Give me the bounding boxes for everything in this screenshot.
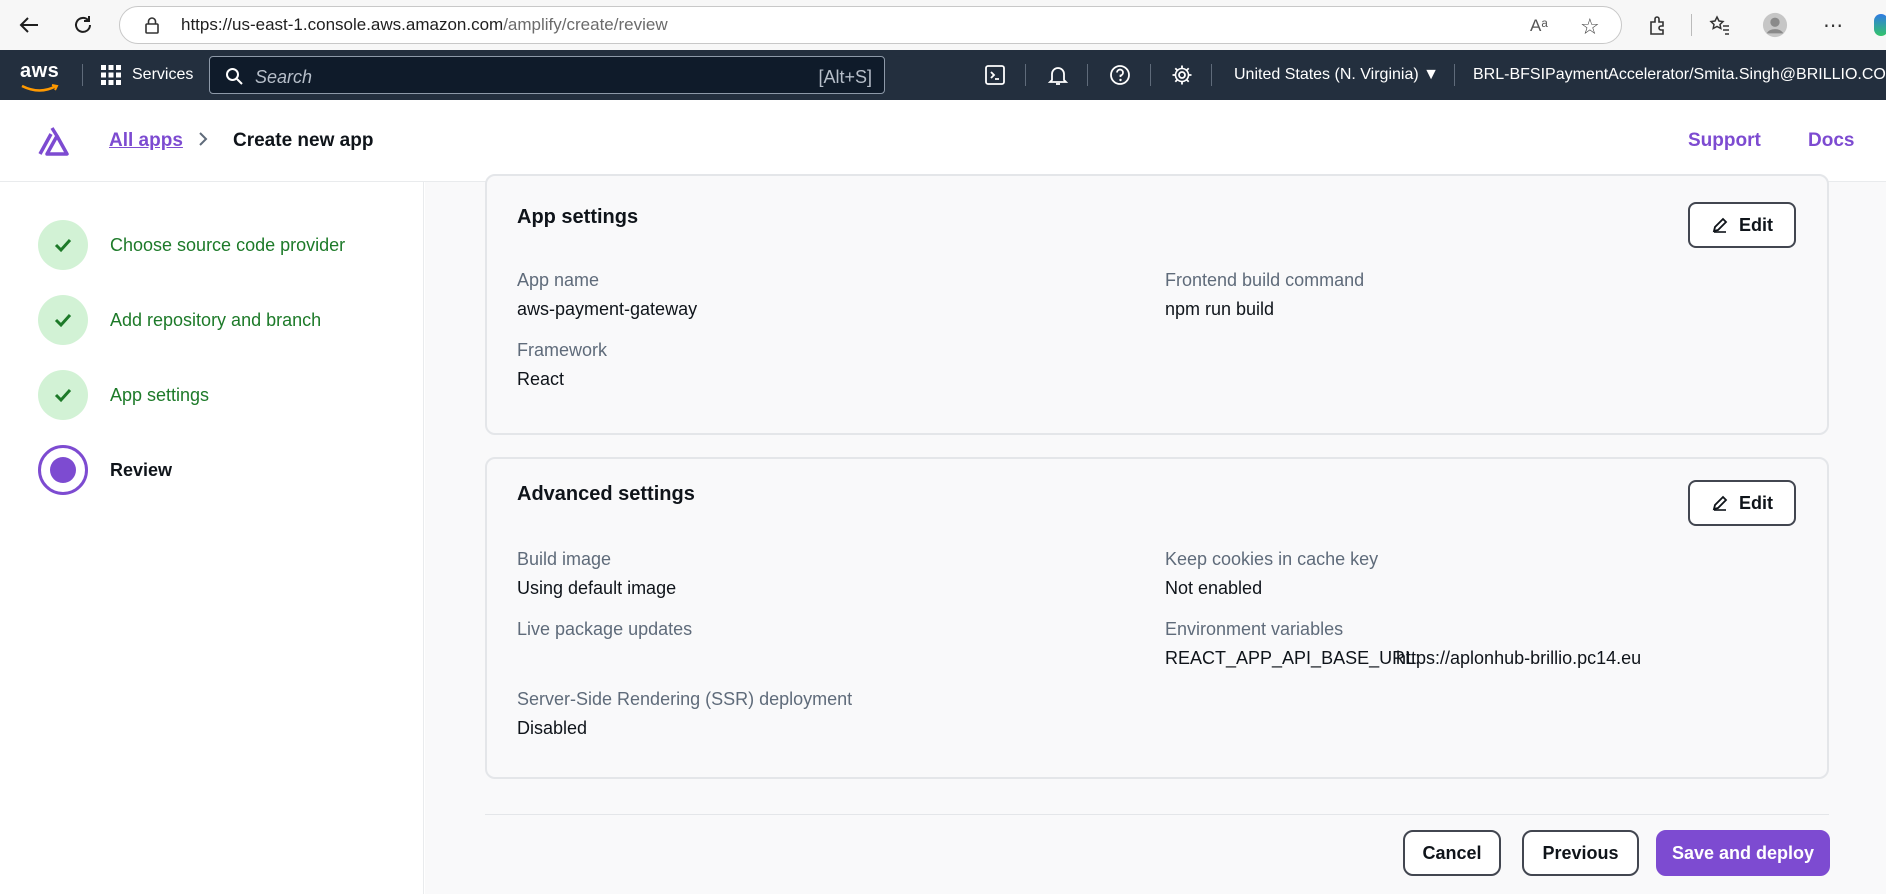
help-icon[interactable] xyxy=(1108,63,1132,87)
step-app-settings[interactable]: App settings xyxy=(38,370,209,420)
breadcrumb-current: Create new app xyxy=(233,130,374,151)
advanced-settings-card: Advanced settings Edit Build image Using… xyxy=(485,457,1829,779)
search-icon xyxy=(226,68,243,85)
pencil-icon xyxy=(1712,217,1728,233)
cloudshell-icon[interactable] xyxy=(983,63,1007,87)
cancel-button[interactable]: Cancel xyxy=(1403,830,1501,876)
current-step-icon xyxy=(38,445,88,495)
nav-divider xyxy=(1087,64,1088,86)
step-label: Add repository and branch xyxy=(110,309,322,330)
ssr-value: Disabled xyxy=(517,718,588,738)
checkmark-icon xyxy=(38,220,88,270)
previous-button[interactable]: Previous xyxy=(1522,830,1639,876)
edit-app-settings-button[interactable]: Edit xyxy=(1688,202,1796,248)
edit-label: Edit xyxy=(1739,492,1773,513)
app-name-value: aws-payment-gateway xyxy=(517,299,698,319)
checkmark-icon xyxy=(38,295,88,345)
aws-logo[interactable]: aws xyxy=(20,60,60,98)
back-icon[interactable] xyxy=(14,10,44,40)
toolbar-divider xyxy=(1691,14,1692,36)
ssr-label: Server-Side Rendering (SSR) deployment xyxy=(517,689,853,709)
step-label: Review xyxy=(110,459,173,480)
edit-advanced-settings-button[interactable]: Edit xyxy=(1688,480,1796,526)
build-command-value: npm run build xyxy=(1165,299,1275,319)
pencil-icon xyxy=(1712,495,1728,511)
build-command-label: Frontend build command xyxy=(1165,270,1365,290)
breadcrumb-separator-icon xyxy=(197,130,209,154)
notifications-bell-icon[interactable] xyxy=(1046,63,1070,87)
step-label: Choose source code provider xyxy=(110,234,346,255)
url-text: https://us-east-1.console.aws.amazon.com… xyxy=(181,15,668,35)
build-image-label: Build image xyxy=(517,549,612,569)
docs-link[interactable]: Docs xyxy=(1808,130,1854,152)
extensions-icon[interactable] xyxy=(1645,12,1671,38)
step-label: App settings xyxy=(110,384,210,405)
env-variable-key: REACT_APP_API_BASE_URL: xyxy=(1165,648,1421,668)
app-settings-title: App settings xyxy=(517,206,639,228)
region-selector[interactable]: United States (N. Virginia) ▼ xyxy=(1234,66,1439,84)
services-menu[interactable]: Services xyxy=(100,62,193,88)
nav-divider xyxy=(1454,64,1455,86)
env-variables-label: Environment variables xyxy=(1165,619,1344,639)
account-menu[interactable]: BRL-BFSIPaymentAccelerator/Smita.Singh@B… xyxy=(1473,66,1886,84)
framework-label: Framework xyxy=(517,340,608,360)
aws-logo-text: aws xyxy=(20,60,60,82)
favorites-icon[interactable] xyxy=(1707,12,1733,38)
main-content: App settings Edit App name aws-payment-g… xyxy=(425,174,1886,894)
copilot-icon[interactable] xyxy=(1874,14,1886,36)
settings-gear-icon[interactable] xyxy=(1170,63,1194,87)
search-shortcut: [Alt+S] xyxy=(818,67,872,87)
footer-divider xyxy=(485,814,1829,815)
browser-toolbar: https://us-east-1.console.aws.amazon.com… xyxy=(0,0,1886,50)
account-label: BRL-BFSIPaymentAccelerator/Smita.Singh@B… xyxy=(1473,66,1886,83)
framework-value: React xyxy=(517,369,565,389)
refresh-icon[interactable] xyxy=(68,10,98,40)
aws-top-nav: aws Services Search [Alt+S] United State… xyxy=(0,50,1886,100)
region-label: United States (N. Virginia) xyxy=(1234,66,1419,83)
build-image-value: Using default image xyxy=(517,578,677,598)
search-placeholder: Search xyxy=(255,67,313,87)
breadcrumb-all-apps[interactable]: All apps xyxy=(109,130,183,152)
edit-label: Edit xyxy=(1739,214,1773,235)
amplify-logo-icon[interactable] xyxy=(38,126,76,161)
cookies-value: Not enabled xyxy=(1165,578,1263,598)
read-aloud-icon[interactable]: A⁠ᵃ xyxy=(1530,16,1548,36)
nav-divider xyxy=(1150,64,1151,86)
wizard-steps-sidebar: Choose source code provider Add reposito… xyxy=(0,182,424,894)
checkmark-icon xyxy=(38,370,88,420)
url-host: https://us-east-1.console.aws.amazon.com xyxy=(181,15,504,34)
search-input[interactable]: Search [Alt+S] xyxy=(209,56,885,94)
more-menu-icon[interactable]: ⋯ xyxy=(1820,12,1846,38)
lock-icon xyxy=(144,16,160,39)
nav-divider xyxy=(82,64,83,86)
caret-down-icon: ▼ xyxy=(1423,66,1439,83)
profile-avatar-icon[interactable] xyxy=(1762,12,1788,38)
step-add-repository[interactable]: Add repository and branch xyxy=(38,295,321,345)
step-choose-source[interactable]: Choose source code provider xyxy=(38,220,345,270)
env-variable-value: https://aplonhub-brillio.pc14.eu xyxy=(1396,648,1642,668)
services-label: Services xyxy=(132,66,194,83)
app-name-label: App name xyxy=(517,270,600,290)
app-settings-card: App settings Edit App name aws-payment-g… xyxy=(485,174,1829,435)
url-path: /amplify/create/review xyxy=(503,15,668,34)
support-link[interactable]: Support xyxy=(1688,130,1761,152)
live-package-label: Live package updates xyxy=(517,619,693,639)
nav-divider xyxy=(1211,64,1212,86)
app-header: All apps Create new app Support Docs xyxy=(0,100,1886,182)
favorite-star-icon[interactable]: ☆ xyxy=(1580,14,1600,40)
nav-divider xyxy=(1025,64,1026,86)
step-review: Review xyxy=(38,445,172,495)
advanced-settings-title: Advanced settings xyxy=(517,483,695,505)
aws-smile-icon xyxy=(21,84,59,92)
grid-icon xyxy=(101,65,121,85)
save-and-deploy-button[interactable]: Save and deploy xyxy=(1656,830,1830,876)
address-bar[interactable]: https://us-east-1.console.aws.amazon.com… xyxy=(119,6,1622,44)
cookies-label: Keep cookies in cache key xyxy=(1165,549,1379,569)
